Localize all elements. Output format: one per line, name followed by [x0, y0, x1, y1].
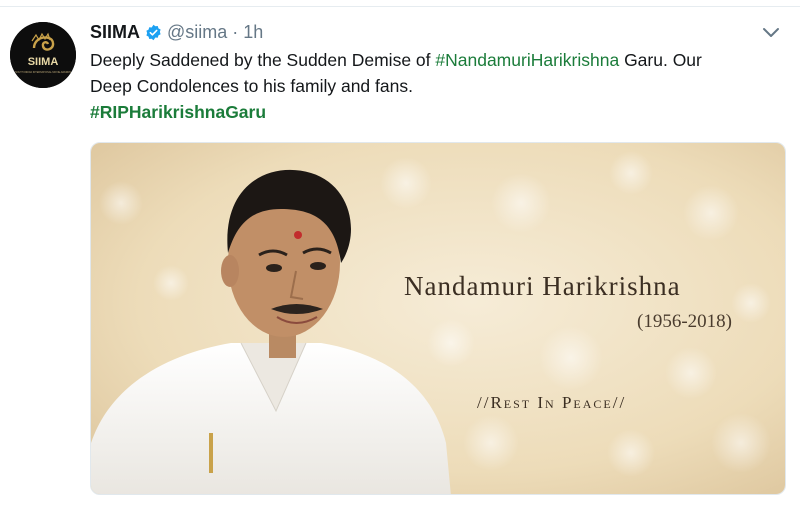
siima-logo: SIIMA SOUTH INDIAN INTERNATIONAL MOVIE A…: [10, 22, 76, 88]
avatar-logo-text: SIIMA: [28, 56, 59, 68]
header-separator: ·: [232, 21, 239, 42]
tweet-text-line-1: Deeply Saddened by the Sudden Demise of …: [90, 47, 780, 73]
verified-badge-icon: [145, 24, 162, 41]
tweet-text-segment: Deeply Saddened by the Sudden Demise of: [90, 50, 436, 70]
tribute-message: //Rest In Peace//: [477, 393, 627, 412]
tweet[interactable]: SIIMA SOUTH INDIAN INTERNATIONAL MOVIE A…: [0, 0, 800, 517]
avatar[interactable]: SIIMA SOUTH INDIAN INTERNATIONAL MOVIE A…: [10, 22, 76, 88]
user-handle[interactable]: @siima: [167, 22, 227, 43]
tweet-text-line-2: Deep Condolences to his family and fans.: [90, 76, 413, 96]
tribute-years: (1956-2018): [637, 311, 732, 332]
chevron-down-icon[interactable]: [761, 26, 781, 40]
hashtag-link[interactable]: #NandamuriHarikrishna: [435, 50, 619, 70]
tweet-text: Deeply Saddened by the Sudden Demise of …: [90, 47, 780, 125]
tweet-text-segment: Garu. Our: [619, 50, 702, 70]
tribute-name: Nandamuri Harikrishna: [404, 271, 681, 301]
timestamp[interactable]: 1h: [243, 22, 263, 43]
tweet-text-line-3: #RIPHarikrishnaGaru: [90, 99, 780, 125]
tweet-media-image[interactable]: Nandamuri Harikrishna (1956-2018) //Rest…: [90, 142, 786, 495]
hashtag-link[interactable]: #RIPHarikrishnaGaru: [90, 102, 266, 122]
avatar-logo-subtext: SOUTH INDIAN INTERNATIONAL MOVIE AWARDS: [15, 71, 71, 74]
tweet-header: SIIMA @siima · 1h: [90, 20, 263, 44]
display-name[interactable]: SIIMA: [90, 22, 140, 43]
